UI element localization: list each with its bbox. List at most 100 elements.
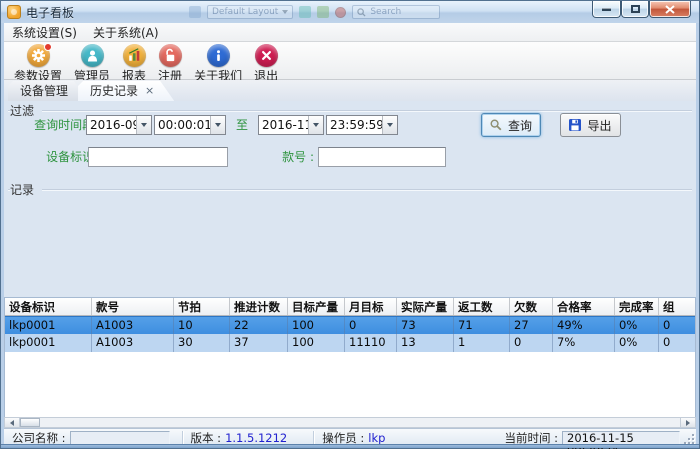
- column-header[interactable]: 欠数: [510, 298, 553, 315]
- column-header[interactable]: 完成率: [615, 298, 659, 315]
- app-logo-icon: [7, 5, 21, 19]
- operator-value: lkp: [368, 431, 385, 445]
- column-header[interactable]: 推进计数: [230, 298, 288, 315]
- column-header[interactable]: 实际产量: [397, 298, 454, 315]
- cell: 37: [230, 334, 288, 352]
- ghost-record-icon: [335, 7, 346, 18]
- cell: 71: [454, 317, 510, 334]
- save-icon: [569, 119, 581, 131]
- search-icon: [490, 119, 502, 131]
- device-id-input[interactable]: [88, 147, 228, 167]
- cell: 1: [454, 334, 510, 352]
- arrow-right-icon: [686, 420, 690, 426]
- cell: 0: [510, 334, 553, 352]
- chevron-down-icon[interactable]: [382, 116, 397, 134]
- chart-icon: [123, 44, 146, 67]
- toolbar-button-exit[interactable]: 退出: [248, 43, 284, 85]
- cell: A1003: [92, 334, 174, 352]
- badge: [44, 43, 52, 51]
- scrollbar-thumb[interactable]: [20, 418, 40, 427]
- ghost-grid-icon: [189, 6, 201, 18]
- horizontal-scrollbar[interactable]: [4, 417, 696, 428]
- style-no-input[interactable]: [318, 147, 446, 167]
- cell: 0%: [615, 334, 659, 352]
- tab-close-icon[interactable]: ×: [145, 84, 154, 97]
- column-header[interactable]: 设备标识: [5, 298, 92, 315]
- tab-history[interactable]: 历史记录 ×: [78, 81, 174, 101]
- to-label: 至: [232, 115, 252, 135]
- chevron-down-icon[interactable]: [210, 116, 225, 134]
- query-button-label: 查询: [508, 117, 532, 134]
- chevron-down-icon: [282, 10, 288, 14]
- titlebar[interactable]: 电子看板 Default Layout Search: [1, 1, 699, 23]
- divider: [313, 431, 314, 445]
- toolbar-button-register[interactable]: 注册: [152, 43, 188, 85]
- column-header[interactable]: 目标产量: [288, 298, 345, 315]
- date-from-value: 2016-09-01: [87, 118, 136, 132]
- records-grid: 设备标识 款号 节拍 推进计数 目标产量 月目标 实际产量 返工数 欠数 合格率…: [4, 297, 696, 417]
- current-time-value: 2016-11-15 09:29:24: [562, 431, 680, 445]
- minimize-button[interactable]: [592, 1, 621, 18]
- tab-bar: 设备管理 历史记录 ×: [4, 80, 696, 101]
- time-to-value: 23:59:59: [327, 118, 382, 132]
- chevron-down-icon[interactable]: [308, 116, 323, 134]
- export-button[interactable]: 导出: [560, 113, 621, 137]
- menubar: 系统设置(S) 关于系统(A): [4, 23, 696, 42]
- maximize-button[interactable]: [621, 1, 649, 18]
- toolbar-button-admin[interactable]: 管理员: [68, 43, 116, 85]
- exit-icon: [255, 44, 278, 67]
- toolbar: 参数设置 管理员 报表 注册 关于我们: [4, 42, 696, 80]
- column-header[interactable]: 款号: [92, 298, 174, 315]
- grid-header-row: 设备标识 款号 节拍 推进计数 目标产量 月目标 实际产量 返工数 欠数 合格率…: [5, 298, 695, 316]
- version-value: 1.1.5.1212: [225, 431, 287, 445]
- toolbar-button-report[interactable]: 报表: [116, 43, 152, 85]
- time-from-picker[interactable]: 00:00:01: [154, 115, 226, 135]
- table-row[interactable]: lkp0001 A1003 30 37 100 11110 13 1 0 7% …: [5, 334, 695, 352]
- minimize-icon: [602, 8, 611, 11]
- cell: 0: [659, 317, 695, 334]
- column-header[interactable]: 合格率: [553, 298, 615, 315]
- app-window: 电子看板 Default Layout Search 系统设置(S) 关于系统(…: [0, 0, 700, 449]
- column-header[interactable]: 月目标: [345, 298, 397, 315]
- company-name-value: [70, 431, 170, 445]
- cell: 73: [397, 317, 454, 334]
- filter-group-label: 过滤: [10, 102, 42, 119]
- cell: 0%: [615, 317, 659, 334]
- chevron-down-icon[interactable]: [136, 116, 151, 134]
- divider: [8, 110, 692, 111]
- column-header[interactable]: 节拍: [174, 298, 230, 315]
- window-controls: [592, 1, 691, 18]
- cell: 0: [659, 334, 695, 352]
- scroll-right-button[interactable]: [680, 418, 695, 427]
- cell: 10: [174, 317, 230, 334]
- ghost-tool-icon: [299, 6, 311, 18]
- scroll-left-button[interactable]: [5, 418, 20, 427]
- search-icon: [357, 8, 366, 17]
- toolbar-button-about[interactable]: 关于我们: [188, 43, 248, 85]
- cell: 7%: [553, 334, 615, 352]
- query-button[interactable]: 查询: [481, 113, 541, 137]
- user-icon: [81, 44, 104, 67]
- cell: 13: [397, 334, 454, 352]
- column-header[interactable]: 返工数: [454, 298, 510, 315]
- date-from-picker[interactable]: 2016-09-01: [86, 115, 152, 135]
- close-icon: [665, 5, 675, 14]
- time-to-picker[interactable]: 23:59:59: [326, 115, 398, 135]
- menu-system-settings[interactable]: 系统设置(S): [4, 23, 85, 42]
- gear-icon: [27, 44, 50, 67]
- column-header[interactable]: 组: [659, 298, 695, 315]
- ghost-search-box: Search: [352, 5, 440, 19]
- cell: 22: [230, 317, 288, 334]
- menu-about-system[interactable]: 关于系统(A): [85, 23, 167, 42]
- titlebar-ghost-toolbar: Default Layout Search: [189, 4, 440, 20]
- cell: 49%: [553, 317, 615, 334]
- table-row[interactable]: lkp0001 A1003 10 22 100 0 73 71 27 49% 0…: [5, 316, 695, 334]
- date-to-picker[interactable]: 2016-11-15: [258, 115, 324, 135]
- arrow-left-icon: [10, 420, 14, 426]
- style-no-label: 款号 :: [272, 147, 314, 167]
- cell: 100: [288, 334, 345, 352]
- tab-device-management[interactable]: 设备管理: [8, 81, 88, 101]
- toolbar-button-settings[interactable]: 参数设置: [8, 43, 68, 85]
- tab-label: 历史记录: [90, 82, 138, 99]
- close-button[interactable]: [649, 1, 691, 18]
